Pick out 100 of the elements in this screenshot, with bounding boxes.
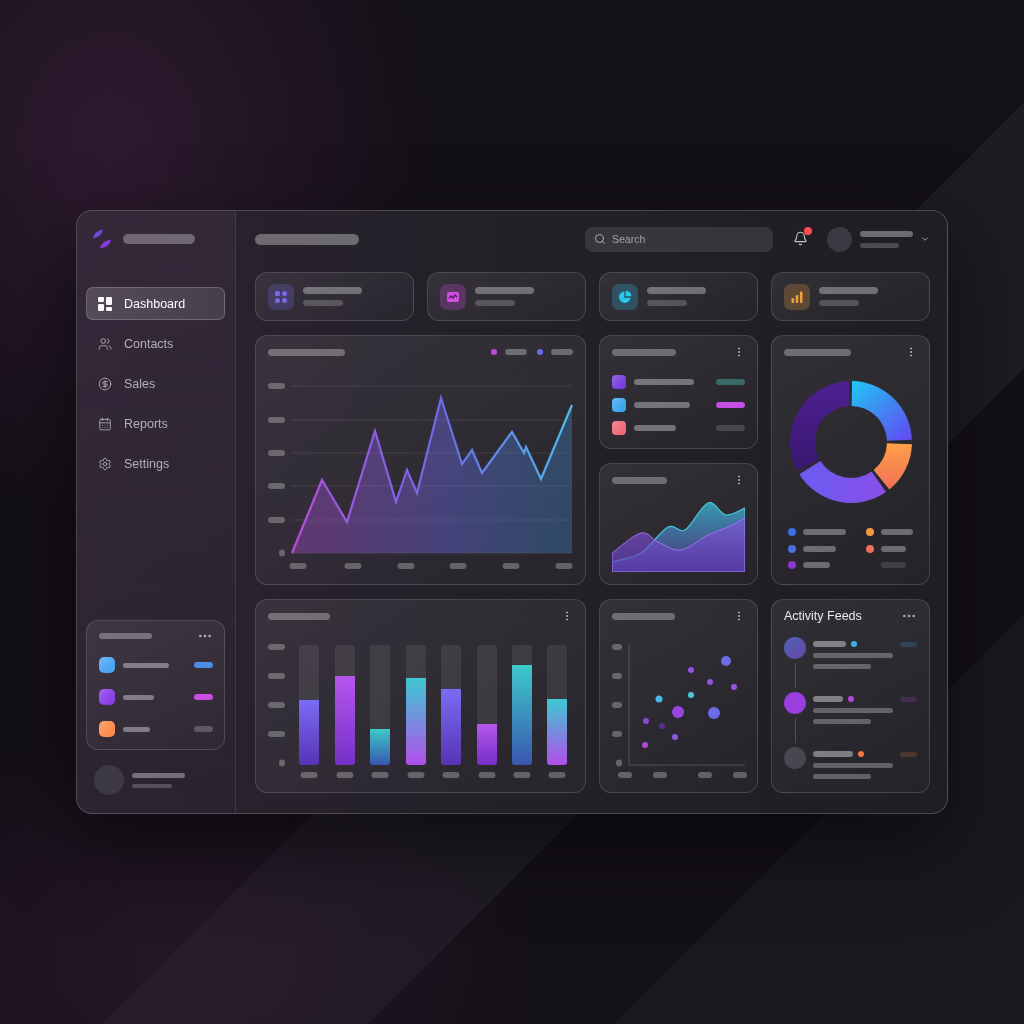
axis-label-placeholder (616, 759, 622, 767)
dashboard-grid-icon (98, 296, 112, 311)
title-placeholder (784, 348, 851, 356)
text-placeholder (813, 664, 871, 669)
text-placeholder (860, 242, 899, 248)
axis-label-placeholder (344, 563, 362, 569)
text-placeholder (634, 425, 676, 431)
status-pill (900, 696, 917, 702)
title-placeholder (612, 612, 675, 620)
text-placeholder (132, 772, 185, 778)
settings-icon (98, 456, 112, 471)
nav-item[interactable]: Sales (86, 367, 225, 400)
avatar (784, 747, 806, 769)
axis-label-placeholder (555, 563, 573, 569)
avatar (784, 637, 806, 659)
title-placeholder (268, 612, 330, 620)
bar (477, 724, 497, 765)
status-pill (900, 751, 917, 757)
logo-icon (92, 229, 112, 249)
logo-text-placeholder (123, 234, 195, 244)
scatter-point (642, 742, 648, 748)
text-placeholder (634, 379, 694, 385)
axis-label-placeholder (397, 563, 415, 569)
axis-label-placeholder (612, 702, 622, 708)
axis-label-placeholder (268, 673, 285, 679)
text-placeholder (813, 641, 846, 647)
title-placeholder (612, 476, 667, 484)
axis-label-placeholder (612, 731, 622, 737)
scatter-point (707, 679, 713, 685)
bell-icon[interactable] (793, 231, 808, 246)
axis-label-placeholder (502, 563, 520, 569)
scatter-point (659, 723, 665, 729)
axis-label-placeholder (268, 383, 285, 389)
axis-label-placeholder (653, 772, 667, 778)
scatter-point (688, 667, 694, 673)
text-placeholder (303, 287, 362, 294)
text-placeholder (634, 402, 690, 408)
axis-label-placeholder (336, 772, 354, 778)
axis-label-placeholder (618, 772, 632, 778)
title-placeholder (612, 348, 676, 356)
text-placeholder (860, 230, 913, 237)
axis-label-placeholder (442, 772, 460, 778)
scatter-point (655, 695, 663, 703)
nav-item[interactable]: Dashboard (86, 287, 225, 320)
text-placeholder (813, 719, 871, 724)
users-icon (98, 336, 112, 351)
axis-label-placeholder (612, 644, 622, 650)
text-placeholder (813, 751, 853, 757)
text-placeholder (303, 300, 343, 306)
axis-label-placeholder (612, 673, 622, 679)
axis-label-placeholder (548, 772, 566, 778)
text-placeholder (123, 662, 169, 668)
axis-label-placeholder (268, 644, 285, 650)
axis-label-placeholder (268, 483, 285, 489)
axis-label-placeholder (289, 563, 307, 569)
scatter-point (672, 734, 678, 740)
axis-label-placeholder (300, 772, 318, 778)
axis-label-placeholder (268, 450, 285, 456)
nav-item[interactable]: Settings (86, 447, 225, 480)
bar (370, 729, 390, 765)
axis-label-placeholder (268, 417, 285, 423)
axis-label-placeholder (478, 772, 496, 778)
axis-label-placeholder (513, 772, 531, 778)
axis-label-placeholder (268, 517, 285, 523)
status-pill (900, 641, 917, 647)
text-placeholder (813, 696, 843, 702)
text-placeholder (123, 694, 154, 700)
axis-label-placeholder (698, 772, 712, 778)
axis-label-placeholder (449, 563, 467, 569)
scatter-point (643, 718, 649, 724)
text-placeholder (819, 287, 878, 294)
nav-item[interactable]: Contacts (86, 327, 225, 360)
text-placeholder (647, 300, 687, 306)
axis-label-placeholder (279, 759, 285, 767)
bar (299, 700, 319, 765)
axis-label-placeholder (733, 772, 747, 778)
search-icon (594, 233, 606, 245)
text-placeholder (475, 287, 534, 294)
dollar-circle-icon (98, 376, 112, 391)
scatter-point (672, 706, 684, 718)
axis-label-placeholder (371, 772, 389, 778)
bar (547, 699, 567, 765)
scatter-point (688, 692, 694, 698)
text-placeholder (475, 300, 515, 306)
axis-label-placeholder (279, 549, 285, 557)
calendar-icon (98, 416, 112, 431)
text-placeholder (123, 726, 150, 732)
axis-label-placeholder (268, 702, 285, 708)
axis-label-placeholder (407, 772, 425, 778)
nav-item[interactable]: Reports (86, 407, 225, 440)
text-placeholder (647, 287, 706, 294)
text-placeholder (819, 300, 859, 306)
legend-label-placeholder (505, 349, 527, 355)
scatter-point (731, 684, 737, 690)
chevron-down-icon[interactable] (920, 234, 930, 244)
card-title: Activity Feeds (784, 609, 862, 623)
axis-label-placeholder (268, 731, 285, 737)
scatter-point (708, 707, 720, 719)
text-placeholder (132, 783, 172, 788)
avatar (784, 692, 806, 714)
